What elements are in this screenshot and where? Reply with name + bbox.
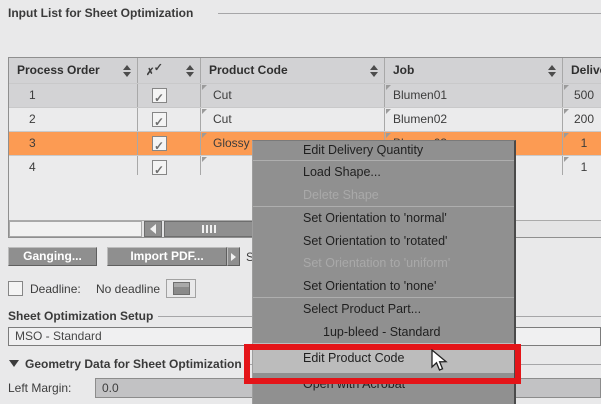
left-margin-label: Left Margin:: [8, 381, 71, 395]
title-rule: [218, 13, 601, 14]
calendar-icon: [173, 282, 190, 295]
collapse-triangle-icon[interactable]: [9, 360, 19, 367]
annotation-highlight-box: [244, 344, 521, 384]
row-checkbox[interactable]: [152, 88, 167, 103]
grip-icon: [202, 225, 217, 233]
import-pdf-button[interactable]: Import PDF...: [107, 247, 227, 266]
sort-icon: [186, 65, 195, 77]
deadline-value: No deadline: [96, 282, 160, 296]
cell-job[interactable]: Blumen01: [385, 84, 563, 107]
scrollbar-thumb[interactable]: [164, 221, 254, 237]
cell-delivery[interactable]: 500: [563, 84, 601, 107]
cell-product-code[interactable]: Cut: [201, 108, 385, 131]
check-filter-icon: [146, 63, 162, 79]
column-header-product-code[interactable]: Product Code: [201, 58, 385, 83]
deadline-checkbox[interactable]: [8, 281, 23, 296]
menu-item-set-orientation-rotated[interactable]: Set Orientation to 'rotated': [253, 230, 514, 253]
cell-process-order: 3: [9, 132, 138, 155]
geometry-section-title: Geometry Data for Sheet Optimization: [25, 357, 242, 371]
menu-item-edit-delivery-quantity[interactable]: Edit Delivery Quantity: [253, 141, 514, 160]
cell-enabled: [138, 84, 201, 107]
sort-icon: [548, 65, 557, 77]
cell-job[interactable]: Blumen02: [385, 108, 563, 131]
cell-process-order: 2: [9, 108, 138, 131]
column-header-enabled[interactable]: [138, 58, 201, 83]
cell-delivery[interactable]: 1: [563, 132, 601, 155]
row-checkbox[interactable]: [152, 136, 167, 151]
table-row[interactable]: 1 Cut Blumen01 500: [9, 84, 601, 108]
cell-process-order: 1: [9, 84, 138, 107]
sort-icon: [123, 65, 132, 77]
column-header-job[interactable]: Job: [385, 58, 563, 83]
cell-enabled: [138, 108, 201, 131]
scroll-left-button[interactable]: [144, 221, 162, 237]
import-pdf-dropdown-button[interactable]: [227, 247, 240, 266]
sort-icon: [370, 65, 379, 77]
column-label: Delive: [571, 58, 601, 83]
row-checkbox[interactable]: [152, 160, 167, 175]
column-label: Product Code: [209, 58, 288, 83]
cursor-icon: [430, 349, 449, 378]
column-label: Process Order: [17, 58, 100, 83]
scrollbar-corner-pane: [9, 221, 142, 237]
table-header-row: Process Order Product Code Job Delive: [9, 58, 601, 84]
menu-item-set-orientation-none[interactable]: Set Orientation to 'none': [253, 275, 514, 298]
column-header-process-order[interactable]: Process Order: [9, 58, 138, 83]
arrow-right-icon: [231, 253, 236, 261]
menu-item-set-orientation-uniform: Set Orientation to 'uniform': [253, 252, 514, 275]
cell-enabled: [138, 132, 201, 155]
ganging-button[interactable]: Ganging...: [8, 247, 97, 266]
deadline-label: Deadline:: [30, 282, 81, 296]
sheet-optimization-panel: Input List for Sheet Optimization Proces…: [0, 0, 601, 404]
cell-product-code[interactable]: Cut: [201, 84, 385, 107]
cell-delivery[interactable]: 200: [563, 108, 601, 131]
menu-item-delete-shape: Delete Shape: [253, 184, 514, 207]
menu-item-load-shape[interactable]: Load Shape...: [253, 161, 514, 184]
menu-item-1up-bleed-standard[interactable]: 1up-bleed - Standard: [253, 321, 514, 344]
column-label: Job: [393, 58, 414, 83]
page-title: Input List for Sheet Optimization: [8, 6, 193, 20]
table-row[interactable]: 2 Cut Blumen02 200: [9, 108, 601, 132]
setup-section-title: Sheet Optimization Setup: [8, 309, 153, 323]
row-checkbox[interactable]: [152, 112, 167, 127]
menu-item-set-orientation-normal[interactable]: Set Orientation to 'normal': [253, 207, 514, 230]
column-header-delivery[interactable]: Delive: [563, 58, 601, 83]
menu-item-select-product-part[interactable]: Select Product Part...: [253, 298, 514, 321]
arrow-left-icon: [150, 224, 156, 234]
deadline-calendar-button[interactable]: [166, 279, 196, 298]
